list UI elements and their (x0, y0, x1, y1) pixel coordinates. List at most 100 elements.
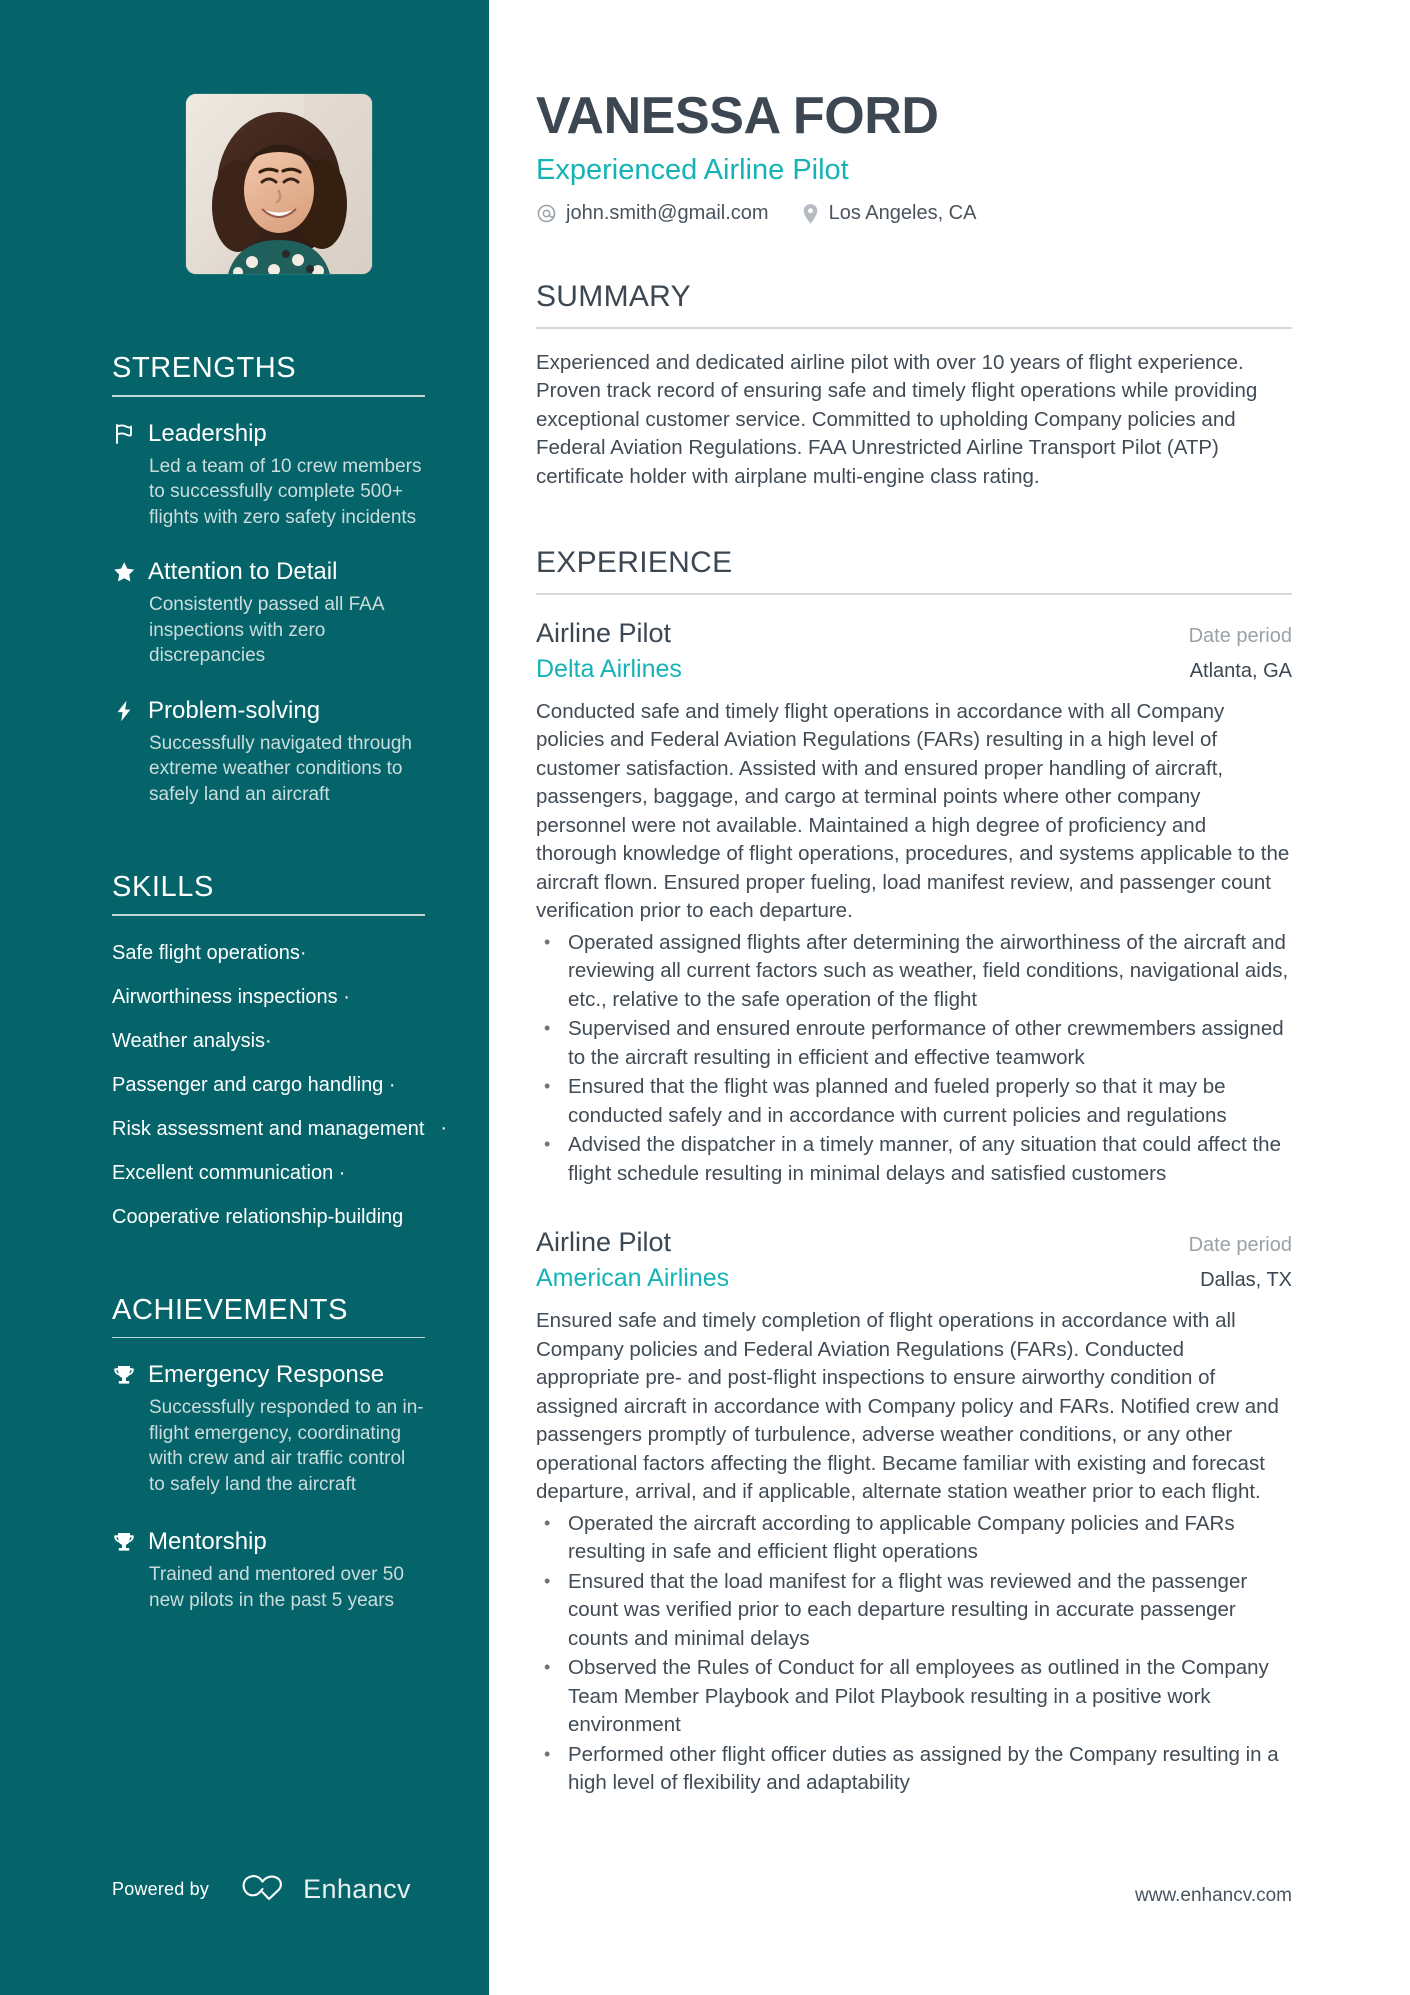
skill-item: Weather analysis· (112, 1028, 425, 1054)
achievement-item: Emergency Response Successfully responde… (112, 1360, 425, 1497)
job-company: American Airlines (536, 1264, 730, 1292)
contact-row: john.smith@gmail.com Los Angeles, CA (536, 202, 1292, 225)
summary-text: Experienced and dedicated airline pilot … (536, 350, 1258, 488)
achievements-heading: ACHIEVEMENTS (112, 1293, 349, 1326)
profile-photo-icon (186, 94, 372, 274)
skill-item: Risk assessment and management · (112, 1116, 447, 1142)
strength-title: Problem-solving (148, 696, 321, 724)
skill-label: Safe flight operations (112, 941, 300, 964)
skill-item: Safe flight operations· (112, 940, 425, 966)
star-icon (112, 560, 142, 584)
email-value: john.smith@gmail.com (566, 202, 769, 224)
job-bullet: Observed the Rules of Conduct for all em… (536, 1653, 1292, 1740)
avatar (186, 94, 372, 274)
job-company: Delta Airlines (536, 654, 682, 683)
skill-label: Cooperative relationship-building (112, 1205, 404, 1228)
main-content: VANESSA FORD Experienced Airline Pilot j… (489, 0, 1410, 1995)
job-bullet: Performed other flight officer duties as… (536, 1740, 1292, 1798)
job-bullet: Supervised and ensured enroute performan… (536, 1014, 1292, 1072)
powered-by-footer: Powered by Enhancv (112, 1872, 411, 1907)
skill-separator: · (338, 1161, 346, 1184)
strength-item: Leadership Led a team of 10 crew members… (112, 419, 425, 531)
strengths-section: STRENGTHS Leadership Led a team of 10 cr… (112, 352, 425, 807)
job-bullet: Ensured that the flight was planned and … (536, 1072, 1292, 1130)
map-pin-icon (801, 203, 820, 225)
achievements-section: ACHIEVEMENTS Emergency Response Successf… (112, 1294, 425, 1614)
strength-item: Problem-solving Successfully navigated t… (112, 696, 425, 808)
job-date-period: Date period (1188, 1234, 1292, 1256)
divider (112, 395, 425, 397)
experience-heading: EXPERIENCE (536, 546, 733, 579)
strength-item: Attention to Detail Consistently passed … (112, 557, 425, 669)
job-bullet: Operated the aircraft according to appli… (536, 1509, 1292, 1567)
job-bullet-list: Operated assigned flights after determin… (536, 928, 1292, 1189)
skill-separator: · (343, 985, 350, 1008)
strengths-heading: STRENGTHS (112, 352, 297, 384)
skill-separator: · (440, 1116, 447, 1139)
job-description: Conducted safe and timely flight operati… (536, 699, 1290, 923)
sidebar: STRENGTHS Leadership Led a team of 10 cr… (0, 0, 489, 1995)
location-value: Los Angeles, CA (828, 202, 977, 224)
experience-section: EXPERIENCE Airline Pilot Date period Del… (536, 546, 1292, 1798)
job-description: Ensured safe and timely completion of fl… (536, 1309, 1279, 1503)
job-date-period: Date period (1188, 624, 1292, 647)
skill-separator: · (388, 1073, 396, 1096)
skill-separator: · (299, 941, 307, 964)
lightning-bolt-icon (112, 699, 142, 723)
skills-section: SKILLS Safe flight operations· Airworthi… (112, 871, 447, 1230)
website-url[interactable]: www.enhancv.com (1135, 1885, 1292, 1907)
experience-entry-subheader: Delta Airlines Atlanta, GA (536, 653, 1292, 686)
skill-label: Airworthiness inspections (112, 985, 338, 1008)
resume-page: STRENGTHS Leadership Led a team of 10 cr… (0, 0, 1410, 1995)
experience-entry-header: Airline Pilot Date period (536, 615, 1292, 651)
skill-label: Weather analysis (112, 1029, 266, 1052)
job-bullet: Advised the dispatcher in a timely manne… (536, 1130, 1292, 1188)
achievement-description: Trained and mentored over 50 new pilots … (149, 1564, 404, 1611)
enhancv-wordmark: Enhancv (303, 1874, 411, 1904)
strength-description: Led a team of 10 crew members to success… (149, 455, 422, 528)
summary-heading: SUMMARY (536, 280, 691, 313)
skill-item: Passenger and cargo handling · (112, 1072, 425, 1098)
strength-title: Leadership (148, 419, 267, 447)
divider (112, 914, 425, 916)
skill-separator: · (265, 1029, 272, 1052)
summary-section: SUMMARY Experienced and dedicated airlin… (536, 280, 1292, 491)
skill-item: Airworthiness inspections · (112, 984, 425, 1010)
skill-label: Passenger and cargo handling (112, 1073, 384, 1096)
strength-description: Successfully navigated through extreme w… (149, 732, 412, 805)
divider (536, 327, 1292, 329)
strength-description: Consistently passed all FAA inspections … (149, 594, 384, 666)
skill-label: Excellent communication (112, 1161, 334, 1184)
resume-header: VANESSA FORD Experienced Airline Pilot j… (536, 86, 1292, 225)
trophy-icon (112, 1530, 142, 1554)
flag-icon (112, 422, 142, 446)
contact-email[interactable]: john.smith@gmail.com (536, 202, 769, 225)
skills-heading: SKILLS (112, 871, 214, 903)
job-location: Dallas, TX (1200, 1269, 1292, 1291)
achievement-description: Successfully responded to an in-flight e… (149, 1397, 424, 1495)
experience-entry: Airline Pilot Date period Delta Airlines… (536, 615, 1292, 1189)
job-bullet-list: Operated the aircraft according to appli… (536, 1509, 1292, 1798)
job-bullet: Operated assigned flights after determin… (536, 928, 1292, 1015)
skill-label: Risk assessment and management (112, 1117, 425, 1140)
at-sign-icon (536, 203, 557, 224)
achievement-title: Emergency Response (148, 1361, 385, 1388)
strength-title: Attention to Detail (148, 558, 338, 585)
contact-location: Los Angeles, CA (801, 202, 977, 225)
achievement-item: Mentorship Trained and mentored over 50 … (112, 1527, 425, 1613)
enhancv-infinity-logo-icon (235, 1872, 291, 1907)
divider (536, 593, 1292, 595)
page-title: VANESSA FORD (536, 87, 939, 145)
job-bullet: Ensured that the load manifest for a fli… (536, 1567, 1292, 1654)
job-role-subtitle: Experienced Airline Pilot (536, 154, 849, 186)
job-location: Atlanta, GA (1189, 659, 1292, 682)
job-title: Airline Pilot (536, 617, 672, 648)
divider (112, 1336, 425, 1338)
powered-by-label: Powered by (112, 1879, 210, 1899)
experience-entry: Airline Pilot Date period American Airli… (536, 1224, 1292, 1798)
job-title: Airline Pilot (536, 1227, 672, 1257)
skill-item: Cooperative relationship-building (112, 1204, 425, 1230)
achievement-title: Mentorship (148, 1528, 267, 1555)
experience-entry-subheader: American Airlines Dallas, TX (536, 1262, 1292, 1295)
experience-entry-header: Airline Pilot Date period (536, 1224, 1292, 1260)
